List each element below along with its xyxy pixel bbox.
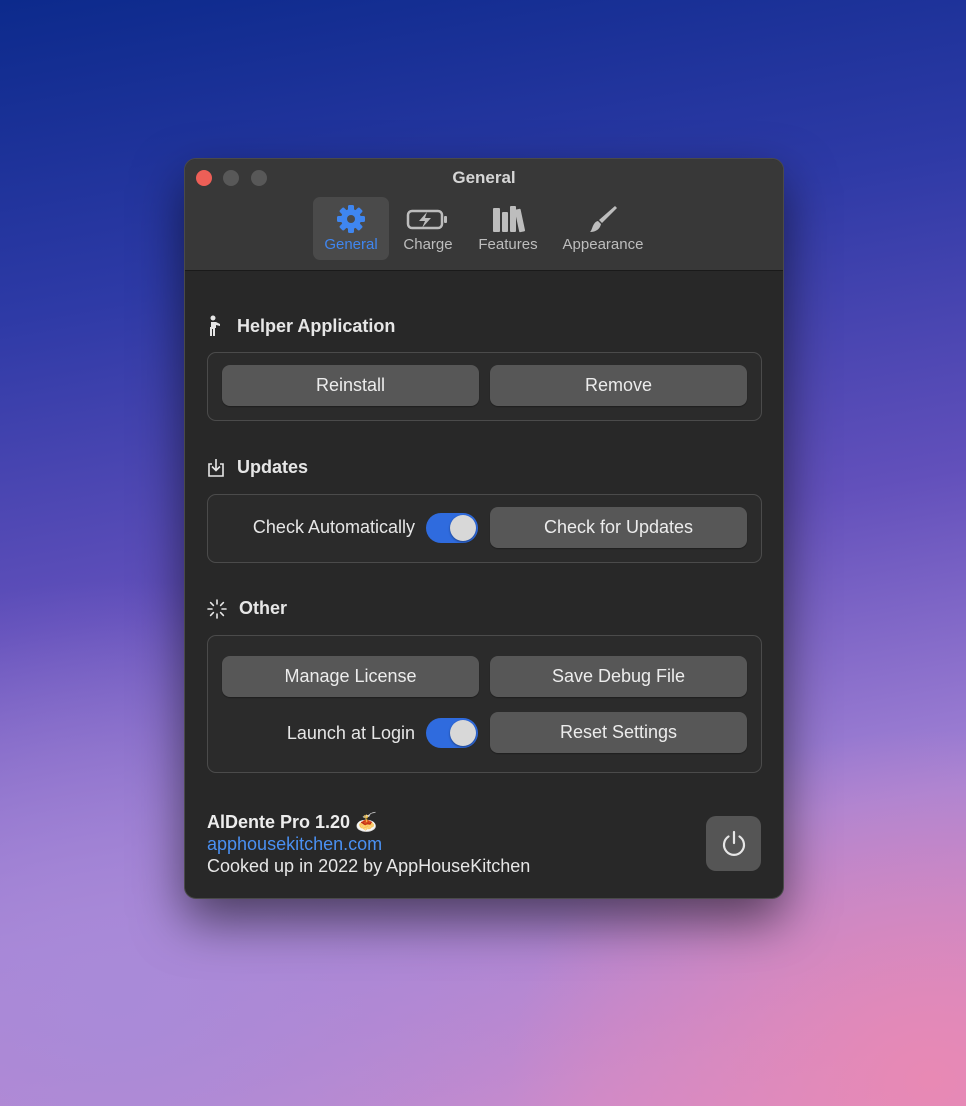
check-automatically-label: Check Automatically — [252, 517, 415, 537]
tab-label: Charge — [403, 236, 453, 253]
check-automatically-toggle[interactable] — [426, 513, 478, 543]
figure-standing-icon — [210, 315, 220, 336]
section-header-other: Other — [207, 598, 287, 619]
window-title: General — [452, 168, 516, 187]
remove-button[interactable]: Remove — [490, 365, 747, 406]
website-link[interactable]: apphousekitchen.com — [207, 833, 530, 855]
power-icon — [722, 830, 745, 856]
credit-text: Cooked up in 2022 by AppHouseKitchen — [207, 856, 531, 876]
window-toolbar: General General Charge Features Appearan… — [185, 159, 783, 271]
app-version: AlDente Pro 1.20 🍝 — [207, 812, 378, 832]
manage-license-button[interactable]: Manage License — [222, 656, 479, 697]
battery-charging-icon — [406, 209, 447, 230]
about-footer: AlDente Pro 1.20 🍝 apphousekitchen.com C… — [207, 811, 530, 877]
quit-button[interactable] — [706, 816, 761, 871]
section-title: Updates — [237, 457, 309, 477]
save-debug-file-button[interactable]: Save Debug File — [490, 656, 747, 697]
other-group: Manage License Save Debug File Launch at… — [207, 635, 762, 773]
updates-group: Check Automatically Check for Updates — [207, 494, 762, 563]
books-icon — [493, 206, 526, 233]
launch-at-login-label: Launch at Login — [286, 723, 415, 743]
gear-icon — [337, 205, 365, 233]
tray-download-icon — [208, 458, 224, 477]
section-header-helper: Helper Application — [207, 315, 395, 337]
general-pane: Helper Application Reinstall Remove Upda… — [185, 271, 783, 898]
tab-features[interactable]: Features — [473, 197, 543, 260]
reinstall-button[interactable]: Reinstall — [222, 365, 479, 406]
section-header-updates: Updates — [207, 457, 308, 478]
tab-general[interactable]: General — [313, 197, 389, 260]
tab-charge[interactable]: Charge — [397, 197, 459, 260]
check-for-updates-button[interactable]: Check for Updates — [490, 507, 747, 548]
progress-spinner-icon — [207, 598, 227, 619]
section-title: Helper Application — [237, 315, 396, 336]
settings-window: General General Charge Features Appearan… — [184, 158, 784, 899]
tab-label: Appearance — [562, 236, 644, 253]
section-title: Other — [239, 598, 288, 618]
paintbrush-icon — [590, 206, 617, 232]
launch-at-login-toggle[interactable] — [426, 718, 478, 748]
helper-group: Reinstall Remove — [207, 352, 762, 421]
tab-appearance[interactable]: Appearance — [557, 197, 649, 260]
reset-settings-button[interactable]: Reset Settings — [490, 712, 747, 753]
tab-label: General — [324, 236, 378, 253]
tab-label: Features — [478, 236, 538, 253]
